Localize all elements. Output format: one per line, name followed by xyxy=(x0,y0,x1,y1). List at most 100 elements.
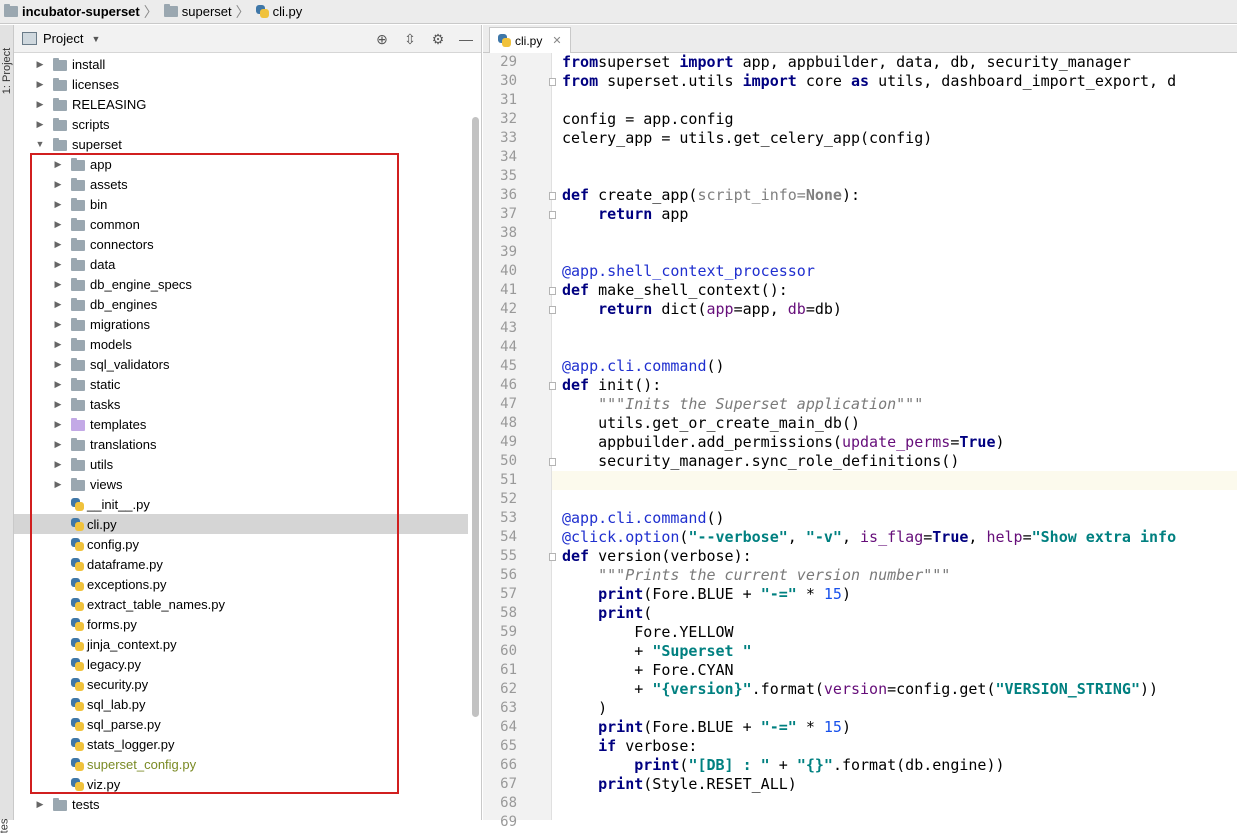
expand-arrow-right-icon[interactable]: ▶ xyxy=(52,479,64,490)
code-line[interactable]: config = app.config xyxy=(562,110,734,129)
tree-folder[interactable]: ▶ sql_validators xyxy=(14,354,468,374)
expand-arrow-right-icon[interactable]: ▶ xyxy=(34,79,46,90)
code-line[interactable]: fromsuperset import app, appbuilder, dat… xyxy=(562,53,1131,72)
tree-file[interactable]: dataframe.py xyxy=(14,554,468,574)
fold-marker-icon[interactable] xyxy=(549,458,556,466)
expand-arrow-right-icon[interactable]: ▶ xyxy=(34,119,46,130)
tree-file[interactable]: superset_config.py xyxy=(14,754,468,774)
fold-marker-icon[interactable] xyxy=(549,192,556,200)
expand-arrow-right-icon[interactable]: ▶ xyxy=(52,319,64,330)
code-line[interactable]: + "{version}".format(version=config.get(… xyxy=(562,680,1158,699)
expand-arrow-right-icon[interactable]: ▶ xyxy=(52,199,64,210)
tree-file[interactable]: sql_lab.py xyxy=(14,694,468,714)
code-line[interactable]: print(Fore.BLUE + "-=" * 15) xyxy=(562,718,851,737)
tree-folder[interactable]: ▶ views xyxy=(14,474,468,494)
breadcrumb-file[interactable]: cli.py xyxy=(255,4,302,19)
expand-arrow-right-icon[interactable]: ▶ xyxy=(52,159,64,170)
expand-arrow-right-icon[interactable]: ▶ xyxy=(52,239,64,250)
code-line[interactable]: return dict(app=app, db=db) xyxy=(562,300,842,319)
code-line[interactable]: print(Fore.BLUE + "-=" * 15) xyxy=(562,585,851,604)
code-line[interactable]: """Prints the current version number""" xyxy=(562,566,950,585)
tool-strip-bottom-label[interactable]: tes xyxy=(0,819,10,833)
code-line[interactable]: return app xyxy=(562,205,688,224)
tree-file[interactable]: exceptions.py xyxy=(14,574,468,594)
tree-folder[interactable]: ▶ utils xyxy=(14,454,468,474)
tree-file[interactable]: extract_table_names.py xyxy=(14,594,468,614)
tree-scrollbar[interactable] xyxy=(472,117,479,717)
tree-folder[interactable]: ▶ translations xyxy=(14,434,468,454)
fold-marker-icon[interactable] xyxy=(549,211,556,219)
expand-arrow-right-icon[interactable]: ▶ xyxy=(52,379,64,390)
expand-arrow-right-icon[interactable]: ▶ xyxy=(52,419,64,430)
code-line[interactable]: @app.shell_context_processor xyxy=(562,262,815,281)
gear-icon[interactable]: ⚙ xyxy=(429,30,447,48)
tree-file[interactable]: config.py xyxy=(14,534,468,554)
locate-target-icon[interactable]: ⊕ xyxy=(373,30,391,48)
tree-folder[interactable]: ▶ templates xyxy=(14,414,468,434)
tree-folder[interactable]: ▼ superset xyxy=(14,134,468,154)
tree-file[interactable]: forms.py xyxy=(14,614,468,634)
tree-folder[interactable]: ▶ RELEASING xyxy=(14,94,468,114)
tree-file[interactable]: jinja_context.py xyxy=(14,634,468,654)
tree-folder[interactable]: ▶ app xyxy=(14,154,468,174)
hide-panel-icon[interactable]: — xyxy=(457,30,475,48)
expand-arrow-right-icon[interactable]: ▶ xyxy=(52,299,64,310)
code-line[interactable]: appbuilder.add_permissions(update_perms=… xyxy=(562,433,1004,452)
expand-arrow-right-icon[interactable]: ▶ xyxy=(34,799,46,810)
code-line[interactable]: from superset.utils import core as utils… xyxy=(562,72,1176,91)
code-line[interactable]: celery_app = utils.get_celery_app(config… xyxy=(562,129,932,148)
tree-file[interactable]: stats_logger.py xyxy=(14,734,468,754)
code-line[interactable]: utils.get_or_create_main_db() xyxy=(562,414,860,433)
expand-arrow-right-icon[interactable]: ▶ xyxy=(34,99,46,110)
code-line[interactable]: if verbose: xyxy=(562,737,697,756)
collapse-all-icon[interactable]: ⇳ xyxy=(401,30,419,48)
tree-file[interactable]: sql_parse.py xyxy=(14,714,468,734)
code-line[interactable]: ) xyxy=(562,699,607,718)
tree-folder[interactable]: ▶ tests xyxy=(14,794,468,814)
tree-folder[interactable]: ▶ bin xyxy=(14,194,468,214)
expand-arrow-right-icon[interactable]: ▶ xyxy=(52,259,64,270)
code-line[interactable]: """Inits the Superset application""" xyxy=(562,395,923,414)
code-line[interactable]: print("[DB] : " + "{}".format(db.engine)… xyxy=(562,756,1004,775)
tree-folder[interactable]: ▶ migrations xyxy=(14,314,468,334)
expand-arrow-right-icon[interactable]: ▶ xyxy=(52,339,64,350)
tree-folder[interactable]: ▶ install xyxy=(14,54,468,74)
code-line[interactable]: def version(verbose): xyxy=(562,547,752,566)
editor-tab[interactable]: cli.py ✕ xyxy=(489,27,571,53)
tree-folder[interactable]: ▶ models xyxy=(14,334,468,354)
tree-folder[interactable]: ▶ connectors xyxy=(14,234,468,254)
code-line[interactable]: print( xyxy=(562,604,652,623)
close-icon[interactable]: ✕ xyxy=(552,34,561,47)
code-line[interactable]: + Fore.CYAN xyxy=(562,661,733,680)
tree-folder[interactable]: ▶ assets xyxy=(14,174,468,194)
fold-marker-icon[interactable] xyxy=(549,306,556,314)
tree-file[interactable]: legacy.py xyxy=(14,654,468,674)
code-line[interactable]: def create_app(script_info=None): xyxy=(562,186,860,205)
tree-folder[interactable]: ▶ db_engines xyxy=(14,294,468,314)
tree-file[interactable]: security.py xyxy=(14,674,468,694)
tree-folder[interactable]: ▶ tasks xyxy=(14,394,468,414)
code-line[interactable]: @app.cli.command() xyxy=(562,357,725,376)
expand-arrow-right-icon[interactable]: ▶ xyxy=(52,219,64,230)
breadcrumb-project[interactable]: incubator-superset xyxy=(4,4,140,19)
expand-arrow-down-icon[interactable]: ▼ xyxy=(34,139,46,149)
code-line[interactable]: def init(): xyxy=(562,376,661,395)
project-view-selector[interactable]: Project xyxy=(43,31,83,46)
expand-arrow-right-icon[interactable]: ▶ xyxy=(52,359,64,370)
fold-marker-icon[interactable] xyxy=(549,78,556,86)
project-tool-button[interactable]: 1: Project xyxy=(1,48,13,94)
code-line[interactable]: Fore.YELLOW xyxy=(562,623,733,642)
tree-folder[interactable]: ▶ data xyxy=(14,254,468,274)
fold-marker-icon[interactable] xyxy=(549,382,556,390)
tree-file[interactable]: viz.py xyxy=(14,774,468,794)
expand-arrow-right-icon[interactable]: ▶ xyxy=(34,59,46,70)
expand-arrow-right-icon[interactable]: ▶ xyxy=(52,399,64,410)
code-line[interactable]: print(Style.RESET_ALL) xyxy=(562,775,797,794)
dropdown-arrow-icon[interactable]: ▼ xyxy=(91,34,100,44)
tree-folder[interactable]: ▶ scripts xyxy=(14,114,468,134)
expand-arrow-right-icon[interactable]: ▶ xyxy=(52,439,64,450)
tree-folder[interactable]: ▶ db_engine_specs xyxy=(14,274,468,294)
code-line[interactable]: def make_shell_context(): xyxy=(562,281,788,300)
tree-file[interactable]: cli.py xyxy=(14,514,468,534)
code-line[interactable]: @app.cli.command() xyxy=(562,509,725,528)
